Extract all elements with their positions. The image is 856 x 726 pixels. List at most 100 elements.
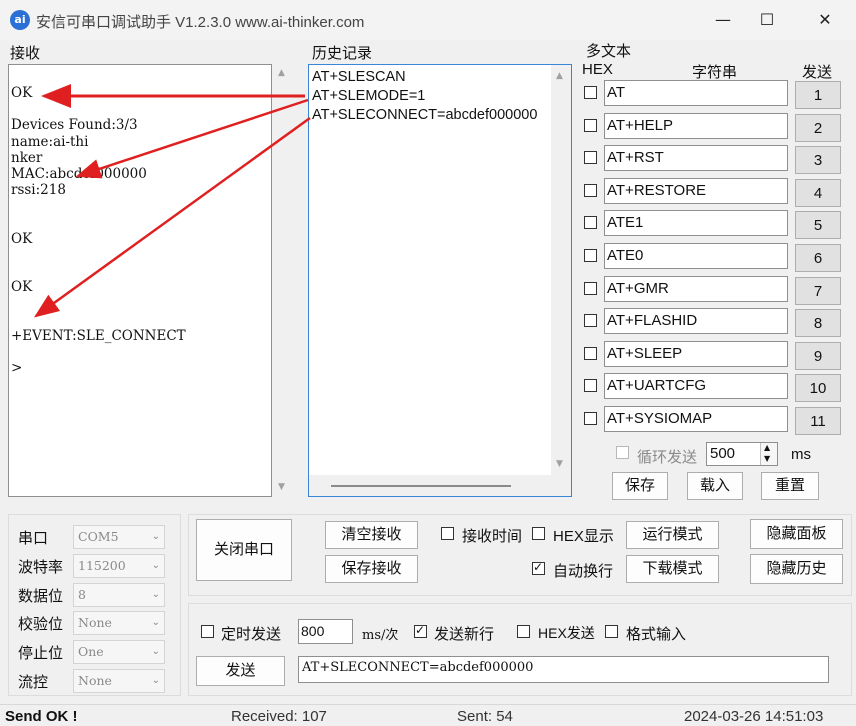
- multi-command-field[interactable]: AT+HELP: [604, 112, 788, 139]
- history-item[interactable]: AT+SLECONNECT=abcdef000000: [312, 106, 537, 125]
- multi-command-field[interactable]: AT+GMR: [604, 275, 788, 302]
- scroll-up-icon[interactable]: ▲: [278, 68, 285, 78]
- multi-send-button[interactable]: 5: [795, 211, 841, 240]
- multi-send-button[interactable]: 6: [795, 244, 841, 272]
- scroll-down-icon[interactable]: ▼: [278, 482, 285, 492]
- hscroll-thumb[interactable]: [331, 485, 511, 487]
- parity-select[interactable]: None ⌄: [73, 611, 165, 636]
- multi-send-button[interactable]: 10: [795, 374, 841, 403]
- reset-button[interactable]: 重置: [761, 472, 819, 500]
- send-input[interactable]: AT+SLECONNECT=abcdef000000: [298, 656, 829, 683]
- multi-command-field[interactable]: AT: [604, 80, 788, 106]
- multi-hex-checkbox[interactable]: [584, 412, 597, 425]
- receive-panel[interactable]: OK Devices Found:3/3 name:ai-thi nker MAC:ab…: [8, 64, 272, 497]
- history-item[interactable]: AT+SLEMODE=1: [312, 87, 537, 106]
- multi-command-field[interactable]: AT+SLEEP: [604, 340, 788, 367]
- send-interval-input[interactable]: 800: [298, 619, 353, 644]
- receive-line: [11, 198, 186, 214]
- download-mode-button[interactable]: 下载模式: [626, 555, 719, 583]
- multi-hex-checkbox[interactable]: [584, 86, 597, 99]
- multi-send-button[interactable]: 2: [795, 113, 841, 142]
- send-newline-checkbox[interactable]: [414, 623, 427, 638]
- history-hscrollbar[interactable]: [309, 475, 571, 496]
- minimize-icon[interactable]: —: [708, 8, 738, 32]
- multi-send-button[interactable]: 4: [795, 178, 841, 207]
- receive-time-checkbox[interactable]: [441, 527, 454, 540]
- multi-hex-checkbox[interactable]: [584, 281, 597, 295]
- scroll-down-icon[interactable]: ▼: [556, 459, 563, 469]
- maximize-icon[interactable]: ☐: [752, 8, 782, 32]
- close-icon[interactable]: ✕: [810, 8, 840, 32]
- format-input-checkbox[interactable]: [605, 625, 618, 638]
- multi-hex-checkbox[interactable]: [584, 216, 597, 230]
- multi-send-button[interactable]: 7: [795, 276, 841, 305]
- receive-line: +EVENT:SLE_CONNECT: [11, 327, 186, 344]
- receive-line: [11, 247, 186, 263]
- send-button[interactable]: 发送: [196, 656, 285, 686]
- receive-line: rssi:218: [11, 182, 66, 199]
- receive-line: Devices Found:3/3: [11, 117, 138, 134]
- multi-command-field[interactable]: ATE1: [604, 210, 788, 237]
- receive-time-label: 接收时间: [462, 528, 523, 545]
- flow-control-select[interactable]: None ⌄: [73, 669, 165, 693]
- receive-line: OK: [11, 230, 33, 247]
- receive-scrollbar[interactable]: ▲ ▼: [272, 64, 294, 497]
- multi-hex-checkbox[interactable]: [584, 379, 597, 393]
- chevron-down-icon[interactable]: ⌄: [152, 526, 160, 548]
- app-logo-icon: ai: [10, 10, 30, 30]
- multi-command-field[interactable]: AT+SYSIOMAP: [604, 406, 788, 432]
- chevron-down-icon[interactable]: ⌄: [152, 584, 160, 606]
- data-bits-select[interactable]: 8 ⌄: [73, 582, 165, 607]
- serial-port-select[interactable]: COM5 ⌄: [73, 525, 165, 549]
- hide-panel-button[interactable]: 隐藏面板: [750, 519, 843, 549]
- hex-send-label: HEX发送: [538, 625, 595, 641]
- data-bits-value: 8: [78, 586, 86, 602]
- history-panel[interactable]: AT+SLESCAN AT+SLEMODE=1 AT+SLECONNECT=abcd…: [308, 64, 572, 497]
- save-receive-button[interactable]: 保存接收: [325, 555, 418, 583]
- spin-up-icon[interactable]: ▲: [764, 443, 770, 452]
- chevron-down-icon[interactable]: ⌄: [152, 555, 160, 577]
- save-button[interactable]: 保存: [612, 472, 668, 500]
- hex-send-checkbox[interactable]: [517, 625, 530, 638]
- hide-history-button[interactable]: 隐藏历史: [750, 554, 843, 584]
- multi-send-button[interactable]: 3: [795, 146, 841, 175]
- receive-line: [11, 312, 186, 328]
- data-bits-label: 数据位: [18, 587, 64, 605]
- close-port-button[interactable]: 关闭串口: [196, 519, 292, 581]
- loop-send-checkbox[interactable]: [616, 446, 629, 459]
- multi-command-field[interactable]: ATE0: [604, 243, 788, 269]
- multi-send-button[interactable]: 9: [795, 341, 841, 370]
- run-mode-button[interactable]: 运行模式: [626, 521, 719, 549]
- clear-receive-button[interactable]: 清空接收: [325, 521, 418, 549]
- chevron-down-icon[interactable]: ⌄: [152, 670, 160, 692]
- auto-wrap-checkbox[interactable]: [532, 560, 545, 575]
- chevron-down-icon[interactable]: ⌄: [152, 641, 160, 663]
- multi-send-button[interactable]: 11: [795, 407, 841, 435]
- load-button[interactable]: 载入: [687, 472, 743, 500]
- multi-command-field[interactable]: AT+FLASHID: [604, 308, 788, 335]
- multi-command-field[interactable]: AT+RST: [604, 145, 788, 172]
- multi-hex-checkbox[interactable]: [584, 183, 597, 197]
- multi-hex-checkbox[interactable]: [584, 346, 597, 360]
- multi-command-field[interactable]: AT+RESTORE: [604, 177, 788, 204]
- multi-send-button[interactable]: 8: [795, 309, 841, 338]
- scroll-up-icon[interactable]: ▲: [556, 71, 563, 81]
- multi-command-field[interactable]: AT+UARTCFG: [604, 373, 788, 400]
- history-item[interactable]: AT+SLESCAN: [312, 68, 537, 87]
- multi-hex-checkbox[interactable]: [584, 151, 597, 165]
- multi-send-button[interactable]: 1: [795, 81, 841, 109]
- loop-spinner[interactable]: ▲ ▼: [760, 443, 777, 465]
- stop-bits-select[interactable]: One ⌄: [73, 640, 165, 665]
- send-header: 发送: [802, 64, 833, 81]
- hex-display-checkbox[interactable]: [532, 527, 545, 540]
- baud-rate-select[interactable]: 115200 ⌄: [73, 553, 165, 578]
- history-label: 历史记录: [312, 45, 373, 62]
- multi-hex-checkbox[interactable]: [584, 314, 597, 328]
- history-scrollbar[interactable]: ▲ ▼: [551, 65, 571, 475]
- receive-line: name:ai-thi: [11, 133, 89, 150]
- multi-hex-checkbox[interactable]: [584, 249, 597, 262]
- timed-send-checkbox[interactable]: [201, 625, 214, 638]
- chevron-down-icon[interactable]: ⌄: [152, 612, 160, 634]
- multi-hex-checkbox[interactable]: [584, 118, 597, 132]
- spin-down-icon[interactable]: ▼: [764, 454, 770, 463]
